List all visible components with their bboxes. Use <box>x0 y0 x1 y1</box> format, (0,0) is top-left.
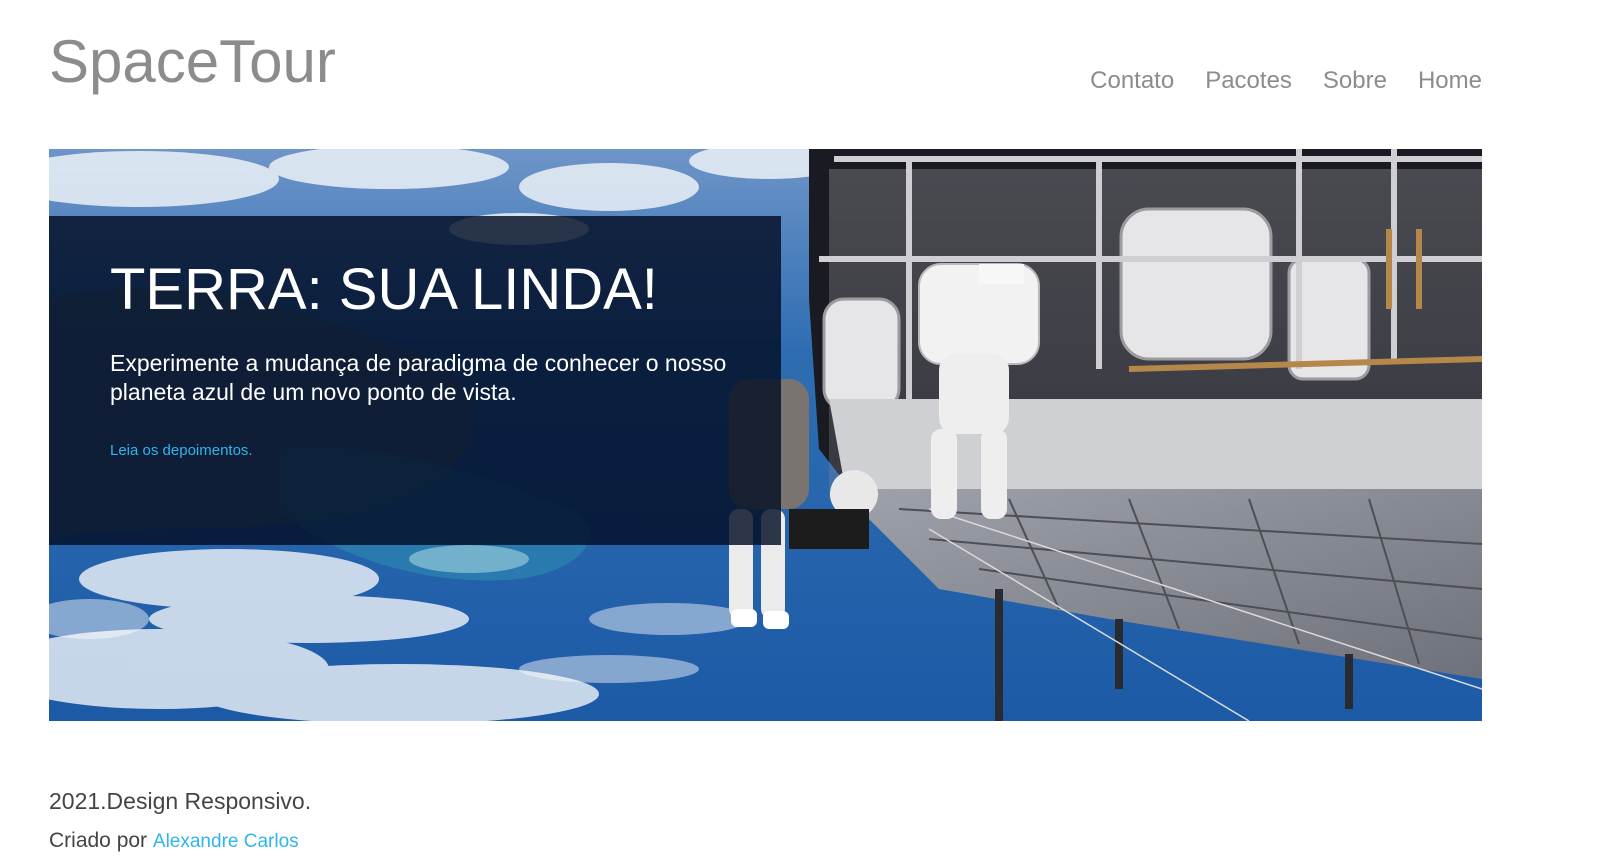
testimonials-link[interactable]: Leia os depoimentos. <box>110 442 253 459</box>
footer-created-by: Criado por <box>49 829 148 852</box>
author-link[interactable]: Alexandre Carlos <box>153 831 299 852</box>
nav-link-sobre[interactable]: Sobre <box>1323 66 1387 96</box>
footer-copyright: 2021.Design Responsivo. <box>49 788 312 814</box>
hero-title: TERRA: SUA LINDA! <box>110 257 658 322</box>
nav-link-home[interactable]: Home <box>1418 66 1482 96</box>
footer-credit: Criado por Alexandre Carlos <box>49 827 299 856</box>
hero-card: TERRA: SUA LINDA! Experimente a mudança … <box>49 216 781 545</box>
nav-link-pacotes[interactable]: Pacotes <box>1205 66 1292 96</box>
nav-link-contato[interactable]: Contato <box>1090 66 1174 96</box>
site-logo[interactable]: SpaceTour <box>49 26 336 98</box>
page: SpaceTour Contato Pacotes Sobre Home TER… <box>0 0 1619 864</box>
main-nav: Contato Pacotes Sobre Home <box>1090 66 1482 96</box>
hero-banner: TERRA: SUA LINDA! Experimente a mudança … <box>49 149 1482 721</box>
hero-description: Experimente a mudança de paradigma de co… <box>110 350 727 405</box>
